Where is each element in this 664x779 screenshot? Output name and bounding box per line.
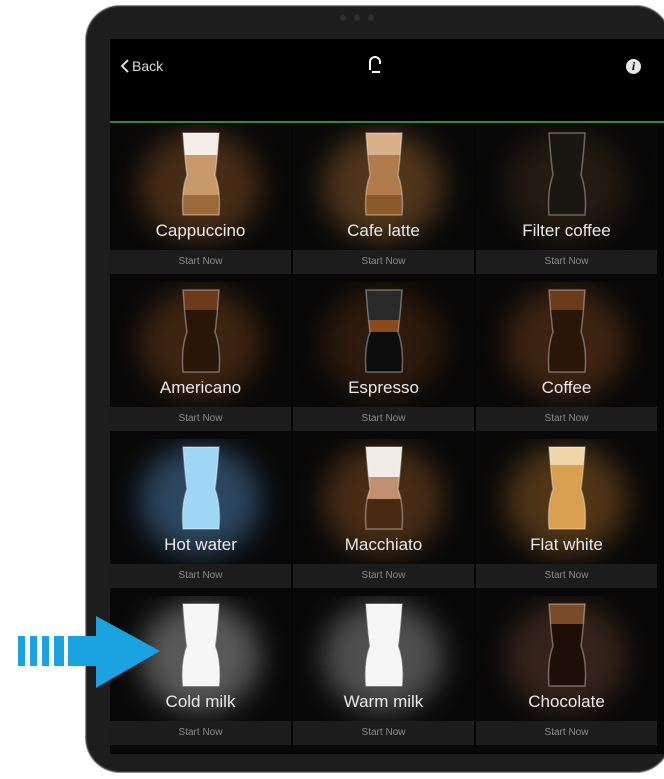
start-now-button[interactable]: Start Now (293, 721, 474, 745)
back-button[interactable]: Back (120, 58, 163, 74)
start-now-button[interactable]: Start Now (293, 250, 474, 274)
drink-name: Flat white (530, 535, 603, 554)
navigation-bar: Back i (110, 39, 664, 121)
drink-name: Macchiato (344, 535, 423, 554)
drink-tile-filter-coffee[interactable]: Filter coffee Start Now (476, 125, 657, 282)
app-screen: Back i Cappuccino Start Now Cafe latte Star… (110, 39, 664, 754)
drink-name: Hot water (164, 535, 237, 554)
drink-name: Americano (159, 378, 242, 397)
back-label: Back (132, 58, 164, 74)
start-now-button[interactable]: Start Now (110, 564, 291, 588)
drink-tile-cappuccino[interactable]: Cappuccino Start Now (110, 125, 291, 282)
drink-name: Cafe latte (347, 221, 420, 240)
drink-tile-americano[interactable]: Americano Start Now (110, 282, 291, 439)
drink-tile-coffee[interactable]: Coffee Start Now (476, 282, 657, 439)
drink-glass-icon (181, 603, 221, 687)
drink-tile-flat-white[interactable]: Flat white Start Now (476, 439, 657, 596)
drink-glass-icon (364, 446, 404, 530)
info-icon[interactable]: i (626, 59, 641, 74)
chevron-left-icon (120, 59, 129, 73)
drink-glass-icon (547, 132, 587, 216)
drink-tile-chocolate[interactable]: Chocolate Start Now (476, 596, 657, 753)
start-now-button[interactable]: Start Now (293, 407, 474, 431)
drink-grid: Cappuccino Start Now Cafe latte Start Now Fi… (110, 125, 664, 753)
drink-name: Warm milk (343, 692, 424, 711)
drink-name: Cold milk (165, 692, 236, 711)
drink-glass-icon (547, 446, 587, 530)
camera-bar (340, 14, 400, 22)
drink-glass-icon (181, 446, 221, 530)
drink-tile-hot-water[interactable]: Hot water Start Now (110, 439, 291, 596)
drink-glass-icon (547, 289, 587, 373)
drink-glass-icon (364, 132, 404, 216)
start-now-button[interactable]: Start Now (110, 721, 291, 745)
brand-logo-icon (369, 56, 381, 73)
drink-name: Filter coffee (522, 221, 611, 240)
start-now-button[interactable]: Start Now (476, 564, 657, 588)
drink-name: Chocolate (528, 692, 605, 711)
start-now-button[interactable]: Start Now (476, 407, 657, 431)
drink-glass-icon (364, 289, 404, 373)
start-now-button[interactable]: Start Now (476, 250, 657, 274)
drink-name: Cappuccino (155, 221, 246, 240)
drink-name: Coffee (541, 378, 592, 397)
start-now-button[interactable]: Start Now (293, 564, 474, 588)
start-now-button[interactable]: Start Now (476, 721, 657, 745)
drink-glass-icon (364, 603, 404, 687)
drink-tile-macchiato[interactable]: Macchiato Start Now (293, 439, 474, 596)
start-now-button[interactable]: Start Now (110, 250, 291, 274)
header-divider (110, 121, 664, 123)
drink-glass-icon (181, 132, 221, 216)
drink-name: Espresso (348, 378, 419, 397)
pointer-arrow-icon (18, 616, 160, 688)
drink-glass-icon (547, 603, 587, 687)
drink-tile-warm-milk[interactable]: Warm milk Start Now (293, 596, 474, 753)
drink-tile-espresso[interactable]: Espresso Start Now (293, 282, 474, 439)
start-now-button[interactable]: Start Now (110, 407, 291, 431)
drink-glass-icon (181, 289, 221, 373)
drink-tile-cafe-latte[interactable]: Cafe latte Start Now (293, 125, 474, 282)
